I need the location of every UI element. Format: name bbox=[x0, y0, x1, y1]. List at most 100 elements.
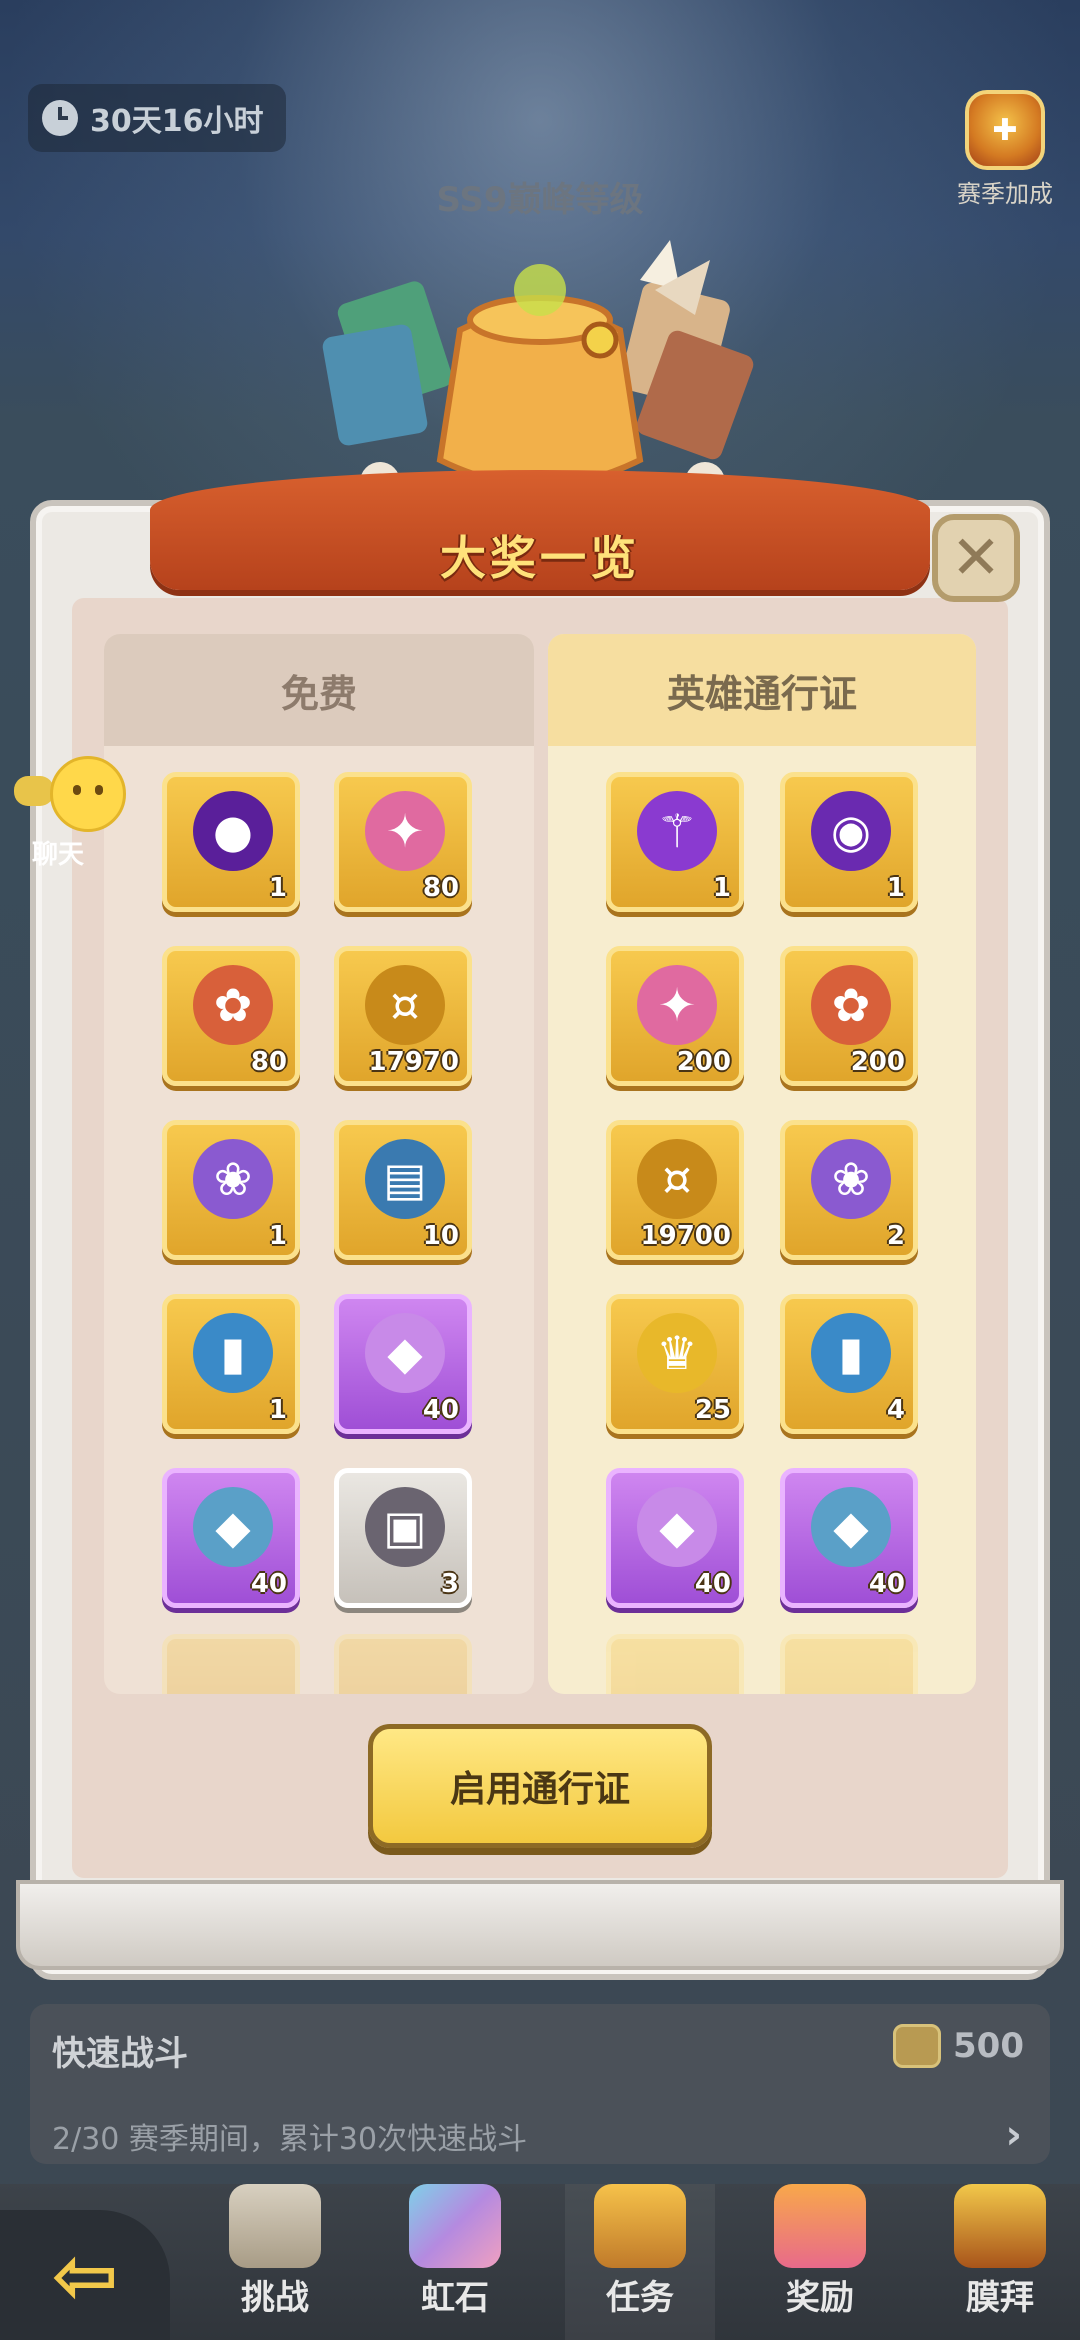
pass-reward-tile[interactable]: ▮ 4 bbox=[780, 1294, 918, 1434]
reward-quantity: 3 bbox=[440, 1569, 459, 1599]
nav-tasks[interactable]: 任务 bbox=[565, 2184, 715, 2340]
blue-ticket-icon: ▮ bbox=[811, 1313, 891, 1393]
free-reward-tile[interactable]: ● 1 bbox=[162, 772, 300, 912]
modal-frame-base bbox=[16, 1880, 1064, 1970]
season-timer: 30天16小时 bbox=[28, 84, 286, 152]
free-reward-tile[interactable]: ✿ 80 bbox=[162, 946, 300, 1086]
season-boost-icon: ✚ bbox=[965, 90, 1045, 170]
nav-label: 任务 bbox=[606, 2278, 674, 2318]
back-arrow-icon: ⇦ bbox=[51, 2228, 119, 2322]
free-reward-tile[interactable]: ❀ 1 bbox=[162, 1120, 300, 1260]
reward-quantity: 40 bbox=[868, 1569, 905, 1599]
quest-reward: 500 bbox=[893, 2024, 1024, 2068]
purple-bag-icon: ❀ bbox=[193, 1139, 273, 1219]
purple-frame-icon: ◉ bbox=[811, 791, 891, 871]
reward-quantity: 1 bbox=[268, 1221, 287, 1251]
free-reward-tile-partial bbox=[162, 1634, 300, 1694]
duck-crystal-icon: ◆ bbox=[365, 1313, 445, 1393]
reward-quantity: 40 bbox=[422, 1395, 459, 1425]
map-scroll-icon: ▤ bbox=[365, 1139, 445, 1219]
timer-text: 30天16小时 bbox=[90, 104, 264, 139]
gold-coin-icon: ¤ bbox=[637, 1139, 717, 1219]
task-chest-icon bbox=[594, 2184, 686, 2268]
reward-quantity: 40 bbox=[694, 1569, 731, 1599]
gold-coin-icon: ¤ bbox=[365, 965, 445, 1045]
purple-bag-icon: ❀ bbox=[811, 1139, 891, 1219]
chevron-right-icon[interactable]: › bbox=[1006, 2112, 1022, 2158]
fish-crystal-icon: ◆ bbox=[811, 1487, 891, 1567]
golden-figure-icon: ♛ bbox=[637, 1313, 717, 1393]
pink-gem-icon: ✦ bbox=[637, 965, 717, 1045]
free-rewards-grid: ● 1 ✦ 80 ✿ 80 ¤ 17970 ❀ 1 ▤ 10 ▮ 1 ◆ 40 ◆ 40 ▣ 3 bbox=[104, 634, 534, 1694]
reward-quantity: 80 bbox=[422, 873, 459, 903]
reward-quantity: 80 bbox=[250, 1047, 287, 1077]
nav-worship[interactable]: 膜拜 bbox=[925, 2184, 1075, 2340]
cube-icon bbox=[409, 2184, 501, 2268]
pass-reward-tile[interactable]: ◆ 40 bbox=[780, 1468, 918, 1608]
nav-label: 奖励 bbox=[786, 2278, 854, 2318]
close-button[interactable]: ✕ bbox=[932, 514, 1020, 602]
treasure-chest-icon: ▣ bbox=[365, 1487, 445, 1567]
chat-label: 聊天 bbox=[32, 840, 85, 870]
pink-gem-icon: ✦ bbox=[365, 791, 445, 871]
reward-quantity: 1 bbox=[712, 873, 731, 903]
fish-crystal-icon: ◆ bbox=[193, 1487, 273, 1567]
free-reward-tile[interactable]: ◆ 40 bbox=[334, 1294, 472, 1434]
duck-crystal-icon: ◆ bbox=[637, 1487, 717, 1567]
free-rewards-column[interactable]: 免费 ● 1 ✦ 80 ✿ 80 ¤ 17970 ❀ 1 ▤ 10 ▮ 1 ◆ 40 ◆ 40 ▣ 3 bbox=[104, 634, 534, 1694]
reward-quantity: 2 bbox=[886, 1221, 905, 1251]
peak-level-title: SS9巅峰等级 bbox=[436, 180, 644, 220]
pass-reward-tile-partial bbox=[780, 1634, 918, 1694]
pass-reward-tile[interactable]: ✿ 200 bbox=[780, 946, 918, 1086]
chat-button[interactable]: 聊天 bbox=[14, 756, 134, 871]
reward-quantity: 200 bbox=[676, 1047, 731, 1077]
quest-description: 2/30 赛季期间，累计30次快速战斗 bbox=[52, 2122, 528, 2157]
purple-orb-icon: ● bbox=[193, 791, 273, 871]
nav-label: 膜拜 bbox=[966, 2278, 1034, 2318]
free-reward-tile[interactable]: ▣ 3 bbox=[334, 1468, 472, 1608]
nav-label: 挑战 bbox=[241, 2278, 309, 2318]
nav-label: 虹石 bbox=[421, 2278, 489, 2318]
blue-ticket-icon: ▮ bbox=[193, 1313, 273, 1393]
coin-icon bbox=[893, 2024, 942, 2068]
nav-challenge[interactable]: 挑战 bbox=[200, 2184, 350, 2340]
clock-icon bbox=[42, 100, 78, 136]
modal-title: 大奖一览 bbox=[440, 531, 640, 585]
pass-rewards-column[interactable]: 英雄通行证 ⚚ 1 ◉ 1 ✦ 200 ✿ 200 ¤ 19700 ❀ 2 ♛ 25 ▮ 4 ◆ 40 ◆ 40 bbox=[548, 634, 976, 1694]
reward-quantity: 1 bbox=[886, 873, 905, 903]
close-icon: ✕ bbox=[950, 523, 1002, 593]
back-button[interactable]: ⇦ bbox=[0, 2210, 170, 2340]
reward-quantity: 25 bbox=[694, 1395, 731, 1425]
crossed-swords-icon bbox=[229, 2184, 321, 2268]
smiley-icon bbox=[50, 756, 126, 832]
pass-reward-tile[interactable]: ❀ 2 bbox=[780, 1120, 918, 1260]
reward-quantity: 200 bbox=[850, 1047, 905, 1077]
free-reward-tile[interactable]: ✦ 80 bbox=[334, 772, 472, 912]
bottom-nav: ⇦ 挑战 虹石 任务 奖励 膜拜 bbox=[0, 2184, 1080, 2340]
activate-pass-button[interactable]: 启用通行证 bbox=[368, 1724, 712, 1848]
pass-reward-tile[interactable]: ¤ 19700 bbox=[606, 1120, 744, 1260]
nav-rainbow-stone[interactable]: 虹石 bbox=[380, 2184, 530, 2340]
pass-reward-tile[interactable]: ✦ 200 bbox=[606, 946, 744, 1086]
candy-gem-icon: ✿ bbox=[193, 965, 273, 1045]
reward-quantity: 19700 bbox=[640, 1221, 731, 1251]
free-reward-tile-partial bbox=[334, 1634, 472, 1694]
pass-reward-tile[interactable]: ◆ 40 bbox=[606, 1468, 744, 1608]
pass-reward-tile[interactable]: ♛ 25 bbox=[606, 1294, 744, 1434]
nav-rewards[interactable]: 奖励 bbox=[745, 2184, 895, 2340]
free-reward-tile[interactable]: ◆ 40 bbox=[162, 1468, 300, 1608]
pass-reward-tile[interactable]: ◉ 1 bbox=[780, 772, 918, 912]
magic-staff-icon: ⚚ bbox=[637, 791, 717, 871]
free-reward-tile[interactable]: ▮ 1 bbox=[162, 1294, 300, 1434]
quest-card[interactable]: 快速战斗 500 2/30 赛季期间，累计30次快速战斗 › bbox=[30, 2004, 1050, 2164]
reward-quantity: 10 bbox=[422, 1221, 459, 1251]
pass-reward-tile-partial bbox=[606, 1634, 744, 1694]
reward-quantity: 40 bbox=[250, 1569, 287, 1599]
free-reward-tile[interactable]: ▤ 10 bbox=[334, 1120, 472, 1260]
reward-quantity: 17970 bbox=[368, 1047, 459, 1077]
chat-bubble-icon bbox=[14, 776, 54, 806]
free-reward-tile[interactable]: ¤ 17970 bbox=[334, 946, 472, 1086]
reward-quantity: 1 bbox=[268, 873, 287, 903]
reward-quantity: 1 bbox=[268, 1395, 287, 1425]
pass-reward-tile[interactable]: ⚚ 1 bbox=[606, 772, 744, 912]
